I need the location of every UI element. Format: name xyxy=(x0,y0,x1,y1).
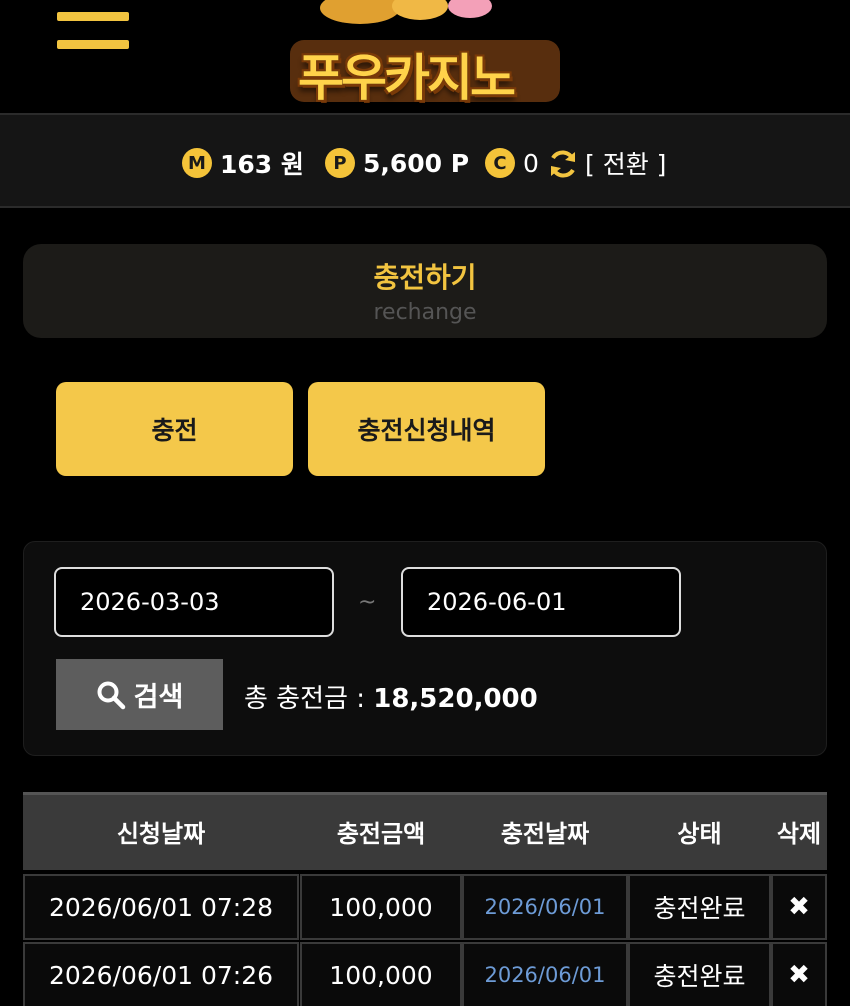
search-icon xyxy=(97,681,125,709)
comp-icon: C xyxy=(485,148,515,178)
search-button[interactable]: 검색 xyxy=(56,659,223,730)
menu-icon[interactable] xyxy=(57,12,129,50)
balance-bar: M 163 원 P 5,600 P C 0 xyxy=(0,113,850,208)
column-header-request-date: 신청날짜 xyxy=(116,820,206,848)
page-subtitle: rechange xyxy=(373,300,477,325)
point-icon: P xyxy=(325,148,355,178)
comp-balance: C 0 xyxy=(485,145,539,181)
section-header: 충전하기 rechange xyxy=(23,244,827,338)
delete-icon[interactable]: ✖ xyxy=(771,874,827,940)
tab-charge[interactable]: 충전 xyxy=(56,382,293,476)
point-balance: P 5,600 P xyxy=(325,145,469,181)
total-charge: 총 충전금 : 18,520,000 xyxy=(244,678,538,715)
convert-link[interactable]: [ 전환 ] xyxy=(585,145,666,181)
menu-icon-bar xyxy=(57,12,129,21)
search-panel: ~ 검색 총 충전금 : 18,520,000 xyxy=(23,541,827,756)
date-to-input[interactable] xyxy=(401,567,681,637)
request-date-cell: 2026/06/01 07:26 xyxy=(23,942,299,1006)
search-button-label: 검색 xyxy=(133,682,184,713)
money-balance: M 163 원 xyxy=(182,145,304,181)
page-title: 충전하기 xyxy=(373,261,477,294)
column-header-status: 상태 xyxy=(677,820,722,848)
delete-icon[interactable]: ✖ xyxy=(771,942,827,1006)
site-logo[interactable]: 푸우카지노 xyxy=(280,0,570,110)
top-bar: 푸우카지노 xyxy=(0,0,850,113)
tab-charge-history[interactable]: 충전신청내역 xyxy=(308,382,545,476)
table-header: 신청날짜 충전금액 충전날짜 상태 삭제 xyxy=(23,792,827,870)
status-cell: 충전완료 xyxy=(628,874,771,940)
total-charge-label: 총 충전금 : xyxy=(244,684,374,714)
point-value: 5,600 P xyxy=(363,148,470,178)
menu-icon-bar xyxy=(57,40,129,49)
amount-cell: 100,000 xyxy=(300,874,462,940)
money-icon: M xyxy=(182,148,212,178)
date-separator: ~ xyxy=(358,590,377,615)
table-row: 2026/06/01 07:26 100,000 2026/06/01 충전완료… xyxy=(23,942,827,1006)
date-from-input[interactable] xyxy=(54,567,334,637)
status-cell: 충전완료 xyxy=(628,942,771,1006)
charge-date-cell: 2026/06/01 xyxy=(462,942,628,1006)
charge-date-cell: 2026/06/01 xyxy=(462,874,628,940)
column-header-amount: 충전금액 xyxy=(336,820,426,848)
request-date-cell: 2026/06/01 07:28 xyxy=(23,874,299,940)
logo-text: 푸우카지노 xyxy=(298,49,516,107)
column-header-charge-date: 충전날짜 xyxy=(500,820,590,848)
column-header-delete: 삭제 xyxy=(776,820,822,848)
money-value: 163 원 xyxy=(220,150,304,179)
comp-value: 0 xyxy=(523,148,539,178)
table-row: 2026/06/01 07:28 100,000 2026/06/01 충전완료… xyxy=(23,874,827,942)
amount-cell: 100,000 xyxy=(300,942,462,1006)
refresh-icon[interactable] xyxy=(547,148,579,180)
total-charge-value: 18,520,000 xyxy=(373,684,538,714)
